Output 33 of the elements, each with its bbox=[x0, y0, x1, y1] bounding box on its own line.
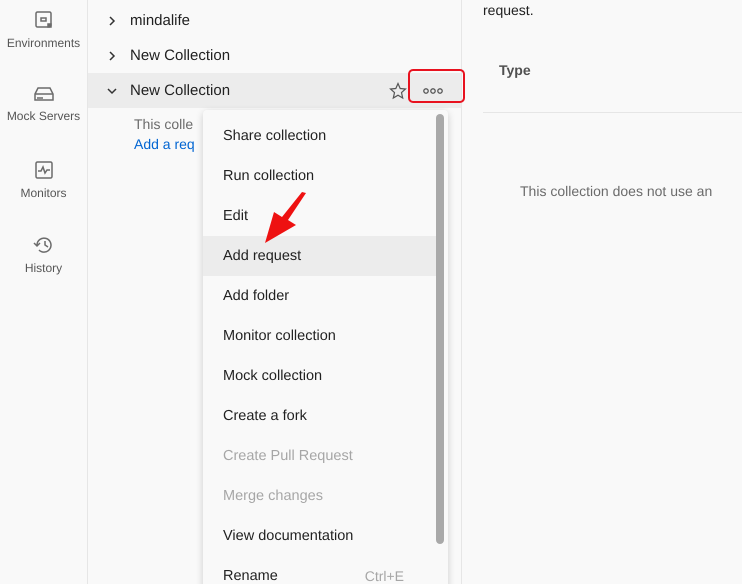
menu-item[interactable]: View documentation bbox=[203, 516, 436, 556]
shortcut-text: Ctrl+E bbox=[364, 568, 404, 584]
rail-label[interactable]: Monitors bbox=[20, 186, 66, 200]
menu-item[interactable]: Run collection bbox=[203, 156, 436, 196]
menu-item[interactable]: Monitor collection bbox=[203, 316, 436, 356]
arrow-drawing bbox=[262, 192, 308, 244]
rail-label[interactable]: Environments bbox=[6, 36, 80, 50]
star-icon[interactable] bbox=[389, 82, 407, 100]
dots-icon[interactable] bbox=[423, 86, 443, 94]
collection-name[interactable]: mindalife bbox=[130, 12, 447, 29]
empty-collection-text: This colle bbox=[134, 116, 194, 132]
column-header: Type bbox=[499, 62, 531, 78]
rail-label[interactable]: History bbox=[24, 261, 62, 275]
rail-label[interactable]: Mock Servers bbox=[6, 109, 80, 123]
monitor-icon[interactable] bbox=[34, 160, 54, 180]
collection-row[interactable]: New Collection bbox=[88, 38, 461, 73]
menu-item[interactable]: Create a fork bbox=[203, 396, 436, 436]
description-text: request. bbox=[483, 2, 535, 18]
collection-row[interactable]: mindalife bbox=[88, 3, 461, 38]
menu-item[interactable]: Add request bbox=[203, 236, 436, 276]
menu-item[interactable]: Share collection bbox=[203, 116, 436, 156]
history-icon[interactable] bbox=[32, 235, 54, 255]
highlight-box bbox=[408, 69, 465, 103]
server-icon[interactable] bbox=[32, 85, 54, 103]
collection-name[interactable]: New Collection bbox=[130, 82, 377, 99]
menu-item[interactable]: Rename Ctrl+E bbox=[203, 556, 436, 584]
collection-row[interactable]: New Collection bbox=[88, 73, 461, 108]
menu-item[interactable]: Edit bbox=[203, 196, 436, 236]
environment-icon[interactable] bbox=[34, 10, 54, 30]
menu-item[interactable]: Add folder bbox=[203, 276, 436, 316]
menu-item[interactable]: Mock collection bbox=[203, 356, 436, 396]
empty-message: This collection does not use an bbox=[520, 183, 714, 199]
collection-name[interactable]: New Collection bbox=[130, 47, 447, 64]
